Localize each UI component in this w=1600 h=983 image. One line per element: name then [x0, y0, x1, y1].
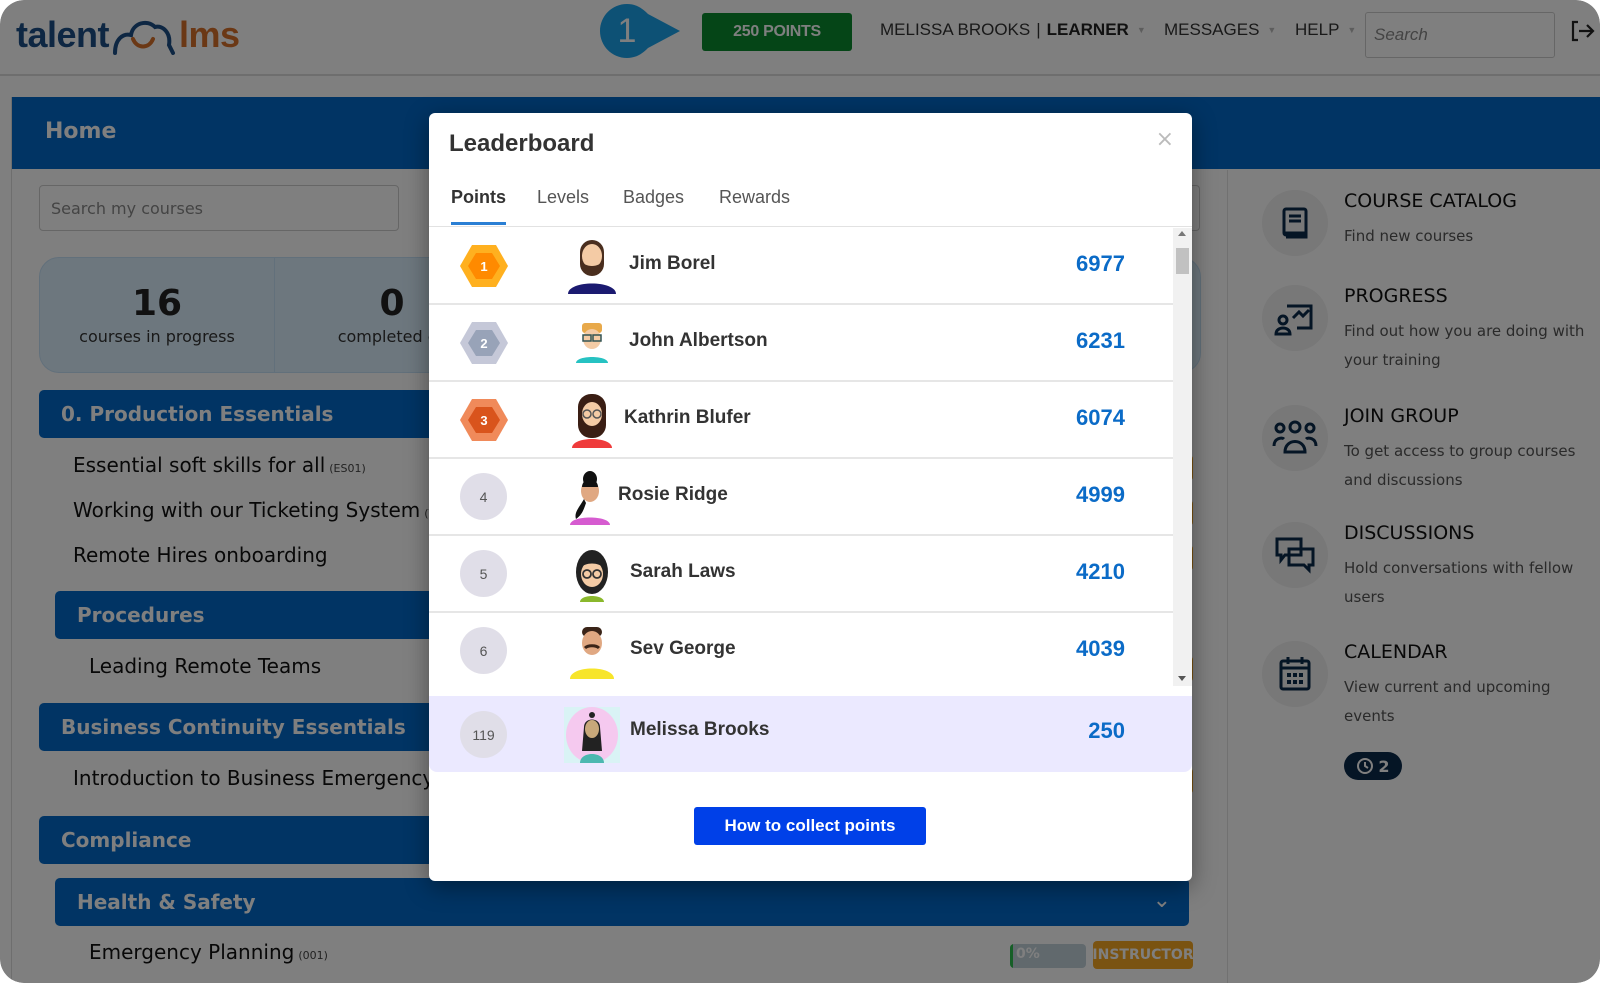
avatar: [568, 240, 616, 294]
tab-points[interactable]: Points: [451, 187, 507, 225]
user-name: Sev George: [630, 638, 736, 659]
user-points: 6977: [1076, 251, 1125, 276]
leaderboard-row: 1 Jim Borel 6977: [429, 228, 1173, 305]
rank-badge: 4: [460, 473, 507, 520]
leaderboard-list: 1 Jim Borel 6977 2 John Albertson 6231 3…: [429, 228, 1173, 686]
gold-medal-icon: 1: [460, 245, 508, 287]
modal-title: Leaderboard: [449, 130, 595, 157]
tab-badges[interactable]: Badges: [623, 187, 684, 222]
user-name: Rosie Ridge: [618, 484, 728, 505]
user-name: John Albertson: [629, 330, 768, 351]
user-points: 4039: [1076, 636, 1125, 661]
avatar: [576, 550, 608, 602]
svg-text:2: 2: [480, 336, 487, 351]
silver-medal-icon: 2: [460, 322, 508, 364]
user-points: 4999: [1076, 482, 1125, 507]
user-name: Sarah Laws: [630, 561, 736, 582]
tab-levels[interactable]: Levels: [537, 187, 589, 222]
current-user-row: 119 Melissa Brooks 250: [429, 696, 1192, 772]
leaderboard-tabs: Points Levels Badges Rewards: [429, 179, 1192, 227]
close-icon[interactable]: ×: [1156, 127, 1174, 152]
how-to-collect-points-button[interactable]: How to collect points: [694, 807, 926, 845]
avatar: [570, 471, 610, 525]
user-points: 6231: [1076, 328, 1125, 353]
scrollbar-thumb[interactable]: [1176, 248, 1189, 274]
leaderboard-modal: Leaderboard × Points Levels Badges Rewar…: [429, 113, 1192, 881]
user-points: 6074: [1076, 405, 1125, 430]
leaderboard-row: 2 John Albertson 6231: [429, 305, 1173, 382]
leaderboard-row: 4 Rosie Ridge 4999: [429, 459, 1173, 536]
user-points: 4210: [1076, 559, 1125, 584]
leaderboard-scrollbar[interactable]: [1173, 228, 1192, 686]
user-name: Melissa Brooks: [630, 719, 770, 740]
avatar: [572, 394, 612, 448]
rank-badge: 119: [460, 711, 507, 758]
tab-rewards[interactable]: Rewards: [719, 187, 790, 222]
svg-text:1: 1: [480, 259, 487, 274]
svg-text:3: 3: [480, 413, 487, 428]
leaderboard-row: 5 Sarah Laws 4210: [429, 536, 1173, 613]
bronze-medal-icon: 3: [460, 399, 508, 441]
scroll-down-arrow-icon[interactable]: [1178, 676, 1186, 681]
user-name: Kathrin Blufer: [624, 407, 751, 428]
scroll-up-arrow-icon[interactable]: [1178, 231, 1186, 236]
avatar: [570, 627, 614, 679]
leaderboard-row: 6 Sev George 4039: [429, 613, 1173, 686]
avatar: [564, 707, 620, 763]
rank-badge: 6: [460, 627, 507, 674]
user-name: Jim Borel: [629, 253, 716, 274]
rank-badge: 5: [460, 550, 507, 597]
leaderboard-row: 3 Kathrin Blufer 6074: [429, 382, 1173, 459]
avatar: [576, 323, 608, 363]
app-window: talent lms 1 250 POINTS MELISSA BROOKS |…: [0, 0, 1600, 983]
user-points: 250: [1088, 718, 1125, 743]
